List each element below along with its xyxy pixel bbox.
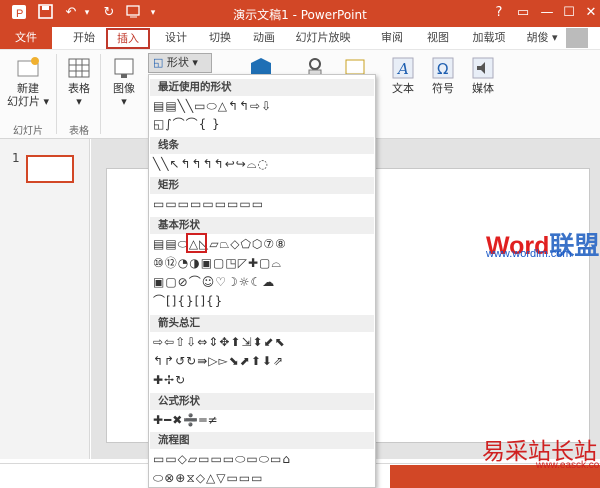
tab-addins[interactable]: 加载项 [466, 30, 512, 48]
media-label: 媒体 [472, 82, 494, 95]
text-label: 文本 [392, 82, 414, 95]
tab-home[interactable]: 开始 [66, 30, 102, 48]
section-equation-shapes: 公式形状 [150, 393, 374, 410]
tab-view[interactable]: 视图 [420, 30, 456, 48]
shape-row[interactable]: ⇨⇦⇧⇩⇔⇕✥⬆⇲⬍⬋⬉ [153, 335, 286, 349]
symbols-label: 符号 [432, 82, 454, 95]
text-button[interactable]: A 文本 [388, 56, 418, 95]
tab-transitions[interactable]: 切换 [202, 30, 238, 48]
table-label: 表格 ▾ [68, 82, 90, 108]
svg-text:A: A [396, 60, 409, 78]
section-rectangles: 矩形 [150, 177, 374, 194]
account-user[interactable]: 胡俊 ▾ [522, 30, 562, 48]
tab-file[interactable]: 文件 [0, 27, 52, 49]
svg-text:P: P [16, 8, 23, 20]
customize-quick-access-icon[interactable]: ▾ [144, 4, 162, 22]
shape-row[interactable]: ╲╲↖↰↰↰↰↩↪⌓◌ [153, 157, 269, 171]
word-lm-url: www.wordlm.com [486, 248, 572, 260]
site-url: www.easck.com [536, 460, 600, 471]
shapes-icon: ◱ [153, 56, 164, 69]
shape-row[interactable]: ▭▭◇▱▭▭▭⬭▭⬭▭⌂ [153, 452, 291, 466]
shape-row[interactable]: ↰↱↺↻⇛▷▻⬊⬈⬆⬇⇗ [153, 354, 284, 368]
shape-row[interactable]: ▤▤╲╲▭⬭△↰↰⇨⇩ [153, 99, 272, 113]
slide-thumbnail[interactable] [26, 155, 74, 183]
text-icon: A [391, 56, 415, 80]
tab-slideshow[interactable]: 幻灯片放映 [288, 30, 358, 48]
ribbon-display-options-icon[interactable]: ▭ [512, 3, 534, 23]
shape-row[interactable]: ⌒[]{}[]{} [153, 294, 223, 308]
section-block-arrows: 箭头总汇 [150, 315, 374, 332]
speaker-icon [471, 56, 495, 80]
slides-panel [0, 139, 90, 459]
close-icon[interactable]: ✕ [580, 3, 600, 23]
shape-row[interactable]: ⑩⑫◔◑▣▢◳◸✚▢⌓ [153, 256, 282, 270]
tab-review[interactable]: 审阅 [374, 30, 410, 48]
shape-row[interactable]: ◱∫⌒⌒{ } [153, 117, 221, 131]
save-icon[interactable] [36, 4, 54, 25]
shape-row[interactable]: ▤▤⬭△◺▱⏢◇⬠⬡⑦⑧ [153, 237, 287, 251]
powerpoint-logo-icon: P [10, 4, 28, 26]
new-slide-icon [16, 56, 40, 80]
table-button[interactable]: 表格 ▾ [62, 56, 96, 108]
shape-row[interactable]: ▭▭▭▭▭▭▭▭▭ [153, 197, 264, 211]
table-icon [67, 56, 91, 80]
tab-animations[interactable]: 动画 [246, 30, 282, 48]
section-recent-shapes: 最近使用的形状 [150, 79, 374, 96]
symbols-button[interactable]: Ω 符号 [428, 56, 458, 95]
new-slide-label: 新建 幻灯片 ▾ [6, 82, 50, 108]
shape-row[interactable]: ✚━✖➗═≠ [153, 413, 219, 427]
slide-number: 1 [12, 151, 20, 165]
group-divider [100, 54, 101, 134]
image-label: 图像 ▾ [113, 82, 135, 108]
omega-icon: Ω [431, 56, 455, 80]
svg-text:Ω: Ω [437, 60, 448, 78]
tab-insert[interactable]: 插入 [106, 28, 150, 49]
section-basic-shapes: 基本形状 [150, 217, 374, 234]
group-divider [56, 54, 57, 134]
shape-row[interactable]: ✚✢↻ [153, 373, 186, 387]
shapes-label: 形状 ▾ [166, 56, 198, 69]
oval-shape-highlight[interactable] [186, 233, 207, 253]
section-flowchart: 流程图 [150, 432, 374, 449]
shapes-button[interactable]: ◱ 形状 ▾ [148, 53, 212, 73]
shapes-gallery: 最近使用的形状 ▤▤╲╲▭⬭△↰↰⇨⇩ ◱∫⌒⌒{ } 线条 ╲╲↖↰↰↰↰↩↪… [148, 74, 376, 488]
ribbon-tabs: 文件 开始 插入 设计 切换 动画 幻灯片放映 审阅 视图 加载项 胡俊 ▾ [0, 27, 600, 49]
maximize-icon[interactable]: ☐ [558, 3, 580, 23]
new-slide-button[interactable]: 新建 幻灯片 ▾ [4, 56, 52, 108]
avatar[interactable] [566, 28, 588, 48]
presenter-icon[interactable] [126, 4, 144, 26]
group-slides-label: 幻灯片 [13, 126, 43, 137]
help-icon[interactable]: ? [488, 3, 510, 23]
image-icon [112, 56, 136, 80]
redo-icon[interactable]: ↻ [100, 4, 118, 22]
title-bar: 演示文稿1 - PowerPoint P ↶ ▾ ↻ ▾ ? ▭ — ☐ ✕ [0, 0, 600, 27]
minimize-icon[interactable]: — [536, 3, 558, 23]
undo-dropdown-icon[interactable]: ▾ [78, 4, 96, 22]
section-lines: 线条 [150, 137, 374, 154]
tab-design[interactable]: 设计 [158, 30, 194, 48]
shape-row[interactable]: ▣▢⊘⌒☺♡☽☼☾☁ [153, 275, 275, 289]
image-button[interactable]: 图像 ▾ [106, 56, 142, 108]
group-tables-label: 表格 [69, 126, 89, 137]
shape-row[interactable]: ⬭⊗⊕⧖◇△▽▭▭▭ [153, 471, 263, 485]
media-button[interactable]: 媒体 [468, 56, 498, 95]
